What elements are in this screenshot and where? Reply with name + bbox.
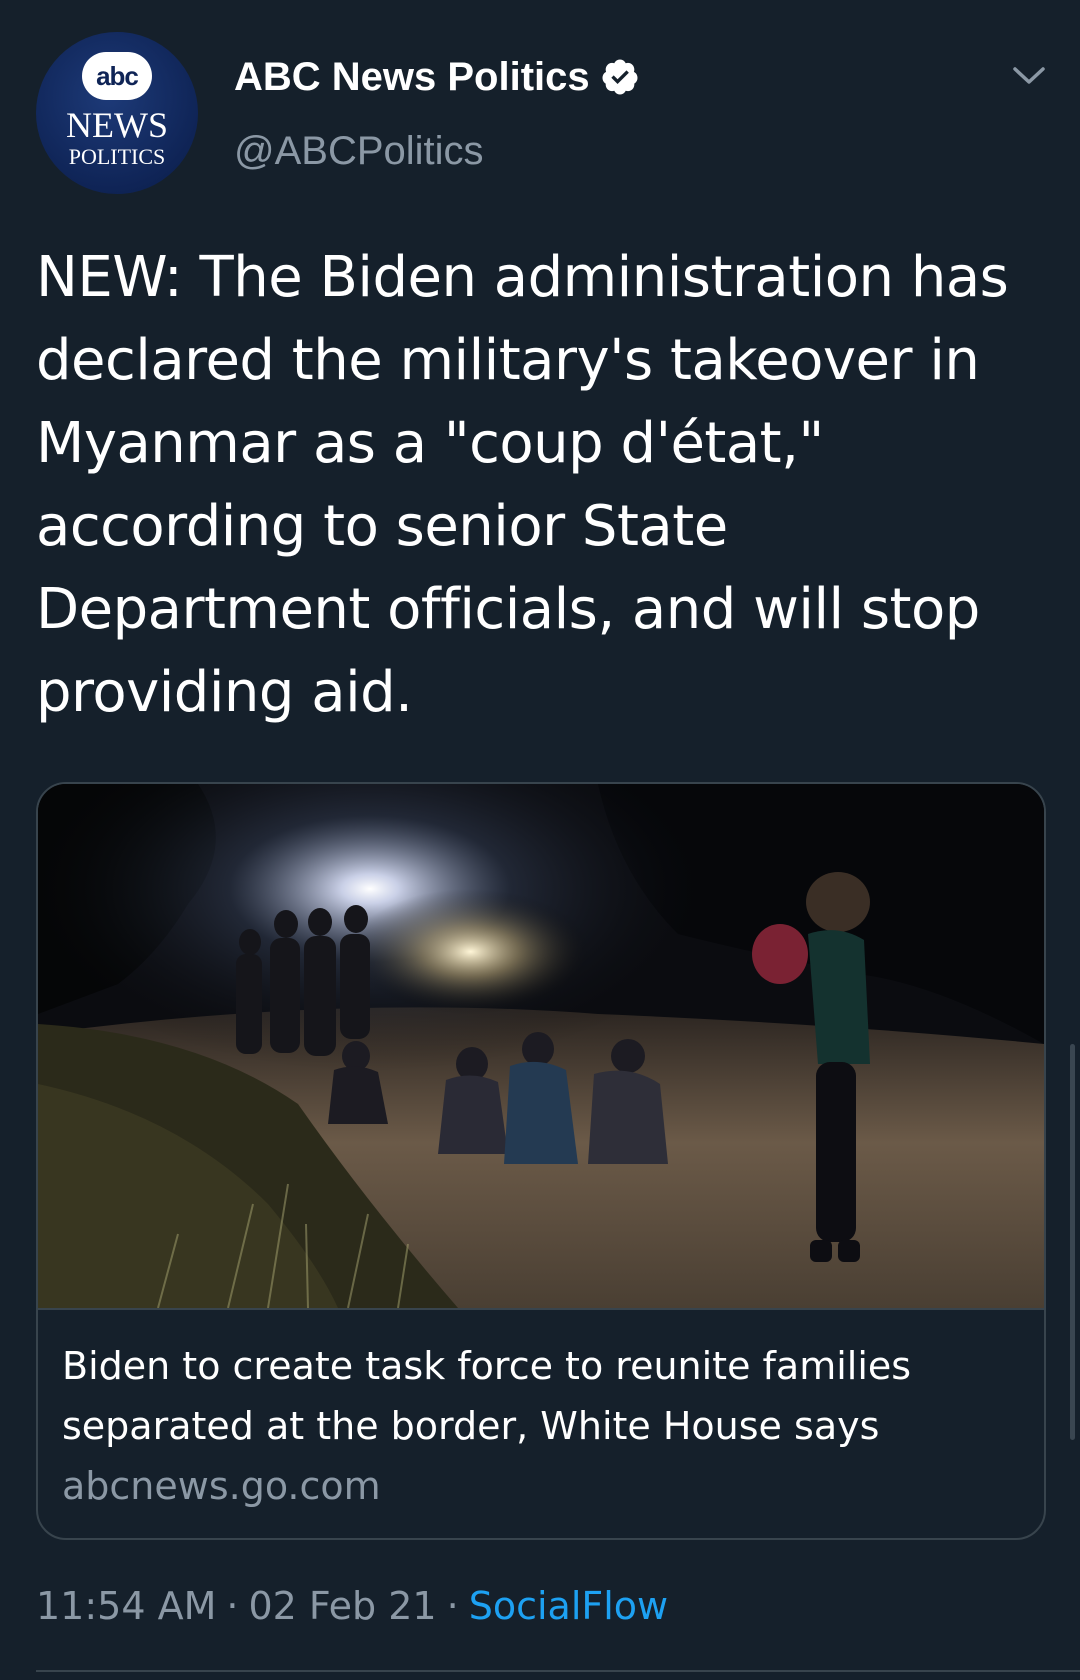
meta-separator: ·: [226, 1584, 239, 1628]
tweet-source-link[interactable]: SocialFlow: [469, 1584, 668, 1628]
meta-separator: ·: [446, 1584, 459, 1628]
verified-badge-icon: [602, 59, 638, 95]
card-domain: abcnews.go.com: [62, 1464, 381, 1508]
card-divider: [38, 1308, 1044, 1310]
card-image: [38, 784, 1044, 1308]
account-handle[interactable]: @ABCPolitics: [234, 124, 484, 178]
scrollbar[interactable]: [1070, 1044, 1075, 1440]
divider: [36, 1670, 1080, 1672]
tweet-text: NEW: The Biden administration has declar…: [36, 245, 1009, 725]
card-title[interactable]: Biden to create task force to reunite fa…: [62, 1336, 1022, 1456]
display-name[interactable]: ABC News Politics: [234, 50, 640, 104]
display-name-label: ABC News Politics: [234, 55, 590, 99]
avatar-news-text: NEWS: [66, 105, 168, 145]
tweet-meta: 11:54 AM · 02 Feb 21 · SocialFlow: [36, 1578, 668, 1634]
tweet-date[interactable]: 02 Feb 21: [248, 1584, 436, 1628]
chevron-down-icon[interactable]: [1010, 60, 1048, 90]
tweet-time[interactable]: 11:54 AM: [36, 1584, 216, 1628]
avatar-politics-text: POLITICS: [68, 144, 166, 169]
abc-logo: abc: [82, 52, 152, 100]
avatar[interactable]: abc NEWS POLITICS: [36, 32, 198, 194]
link-card[interactable]: Biden to create task force to reunite fa…: [36, 782, 1046, 1540]
